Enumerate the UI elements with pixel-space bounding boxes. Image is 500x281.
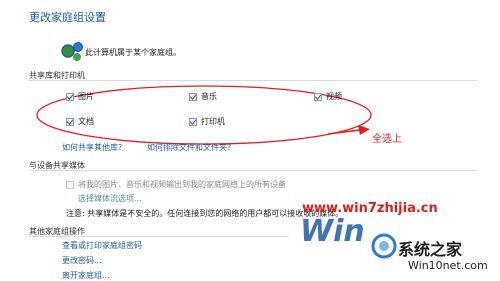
checkbox-label-music: 音乐 [201,92,217,101]
section-divider [29,170,477,171]
checkbox-documents[interactable] [66,118,74,126]
stream-media-label: 将我的图片、音乐和视频输出到我的家庭网络上的所有设备 [78,180,286,189]
checkbox-printers[interactable] [189,118,197,126]
checkbox-stream-media[interactable] [66,181,74,189]
checkbox-label-printers: 打印机 [201,117,225,126]
link-change-password[interactable]: 更改密码... [62,255,102,266]
checkbox-label-documents: 文档 [78,117,94,126]
homegroup-description: 此计算机属于某个家庭组。 [85,48,181,57]
link-share-other-libraries[interactable]: 如何共享其他库? [62,142,122,153]
page-title: 更改家庭组设置 [29,11,106,24]
annotation-text: 全选上 [372,134,402,145]
watermark-brand: 系统之家 [398,240,463,259]
link-exclude-files[interactable]: 如何排除文件和文件夹? [147,142,231,153]
section-divider [29,80,477,81]
checkbox-videos[interactable] [314,93,322,101]
watermark-logo: Win [300,214,365,249]
link-choose-media-stream[interactable]: 选择媒体流选项... [78,193,142,204]
annotation-arrow [327,125,370,135]
checkbox-label-videos: 视频 [326,92,342,101]
checkbox-music[interactable] [189,93,197,101]
section-divider [29,236,289,237]
watermark-site-url-2: Win10net.com [408,259,488,272]
checkbox-label-pictures: 图片 [78,92,94,101]
checkbox-pictures[interactable] [66,93,74,101]
link-leave-homegroup[interactable]: 离开家庭组... [62,270,110,281]
watermark-ring-icon [371,233,397,259]
homegroup-globe-icon [61,42,83,61]
link-view-print-password[interactable]: 查看或打印家庭组密码 [62,240,142,251]
